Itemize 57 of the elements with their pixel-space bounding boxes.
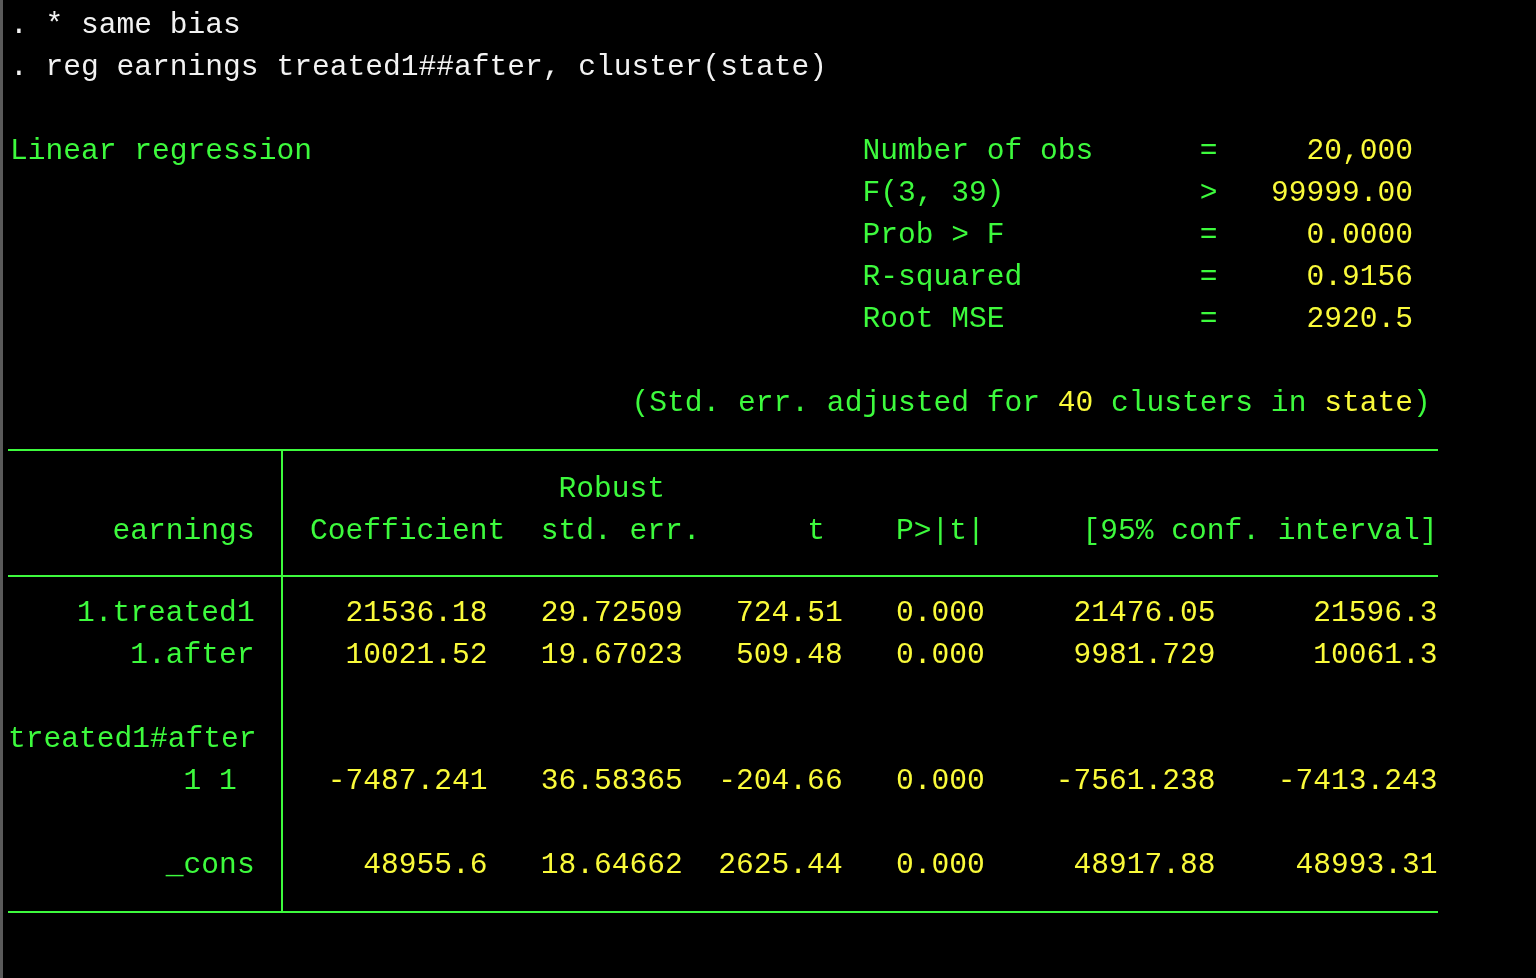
note-text: (Std. err. adjusted for 40 clusters in state)	[631, 386, 1431, 420]
stat-operator: =	[1199, 301, 1218, 338]
stat-label: Prob > F	[862, 217, 1006, 254]
table-cell: -7561.238	[1055, 764, 1216, 798]
stat-value: 20,000	[1305, 133, 1413, 170]
row-label: _cons	[165, 848, 255, 882]
stat-value: 99999.00	[1269, 175, 1413, 212]
table-cell: 9981.729	[1073, 638, 1216, 672]
stat-label: R-squared	[862, 259, 1024, 296]
row-label: treated1#after	[8, 722, 257, 756]
table-cell: -7413.243	[1277, 764, 1438, 798]
table-cell: 10061.3	[1313, 638, 1438, 672]
column-header: Robust	[558, 472, 666, 506]
table-cell: 18.64662	[540, 848, 683, 882]
row-label: 1.after	[130, 638, 255, 672]
table-cell: 21596.3	[1313, 596, 1438, 630]
row-label: 1.treated1	[77, 596, 255, 630]
table-cell: 0.000	[895, 596, 985, 630]
command-text: * same bias	[45, 8, 241, 42]
row-label: 1 1	[183, 764, 237, 798]
table-cell: 48993.31	[1295, 848, 1438, 882]
command-prompt: .	[10, 8, 28, 42]
table-cell: 0.000	[895, 764, 985, 798]
column-header: Coefficient	[309, 514, 506, 548]
table-cell: 0.000	[895, 638, 985, 672]
table-cell: 48955.6	[363, 848, 488, 882]
output-title: Linear regression	[10, 134, 312, 168]
stat-operator: >	[1199, 175, 1218, 212]
stat-operator: =	[1199, 217, 1218, 254]
table-cell: 2625.44	[718, 848, 843, 882]
stat-operator: =	[1199, 133, 1218, 170]
column-header: [95% conf. interval]	[1082, 514, 1438, 548]
stat-value: 0.0000	[1305, 217, 1413, 254]
stat-label: Root MSE	[862, 301, 1006, 338]
table-cell: -7487.241	[327, 764, 488, 798]
table-cell: 36.58365	[540, 764, 683, 798]
table-cell: 19.67023	[540, 638, 683, 672]
table-cell: 724.51	[736, 596, 843, 630]
column-header: std. err.	[540, 514, 701, 548]
table-cell: 10021.52	[345, 638, 488, 672]
table-cell: 48917.88	[1073, 848, 1216, 882]
table-cell: -204.66	[718, 764, 843, 798]
command-prompt: .	[10, 50, 28, 84]
command-text: reg earnings treated1##after, cluster(state)	[45, 50, 827, 84]
table-cell: 29.72509	[540, 596, 683, 630]
table-cell: 0.000	[895, 848, 985, 882]
stat-label: F(3, 39)	[862, 175, 1006, 212]
stat-value: 2920.5	[1305, 301, 1413, 338]
stat-label: Number of obs	[862, 133, 1095, 170]
stat-value: 0.9156	[1305, 259, 1413, 296]
depvar-label: earnings	[112, 514, 255, 548]
stat-operator: =	[1199, 259, 1218, 296]
column-header: t	[807, 514, 825, 548]
column-header: P>|t|	[895, 514, 985, 548]
table-cell: 21536.18	[345, 596, 488, 630]
table-cell: 21476.05	[1073, 596, 1216, 630]
table-cell: 509.48	[736, 638, 843, 672]
